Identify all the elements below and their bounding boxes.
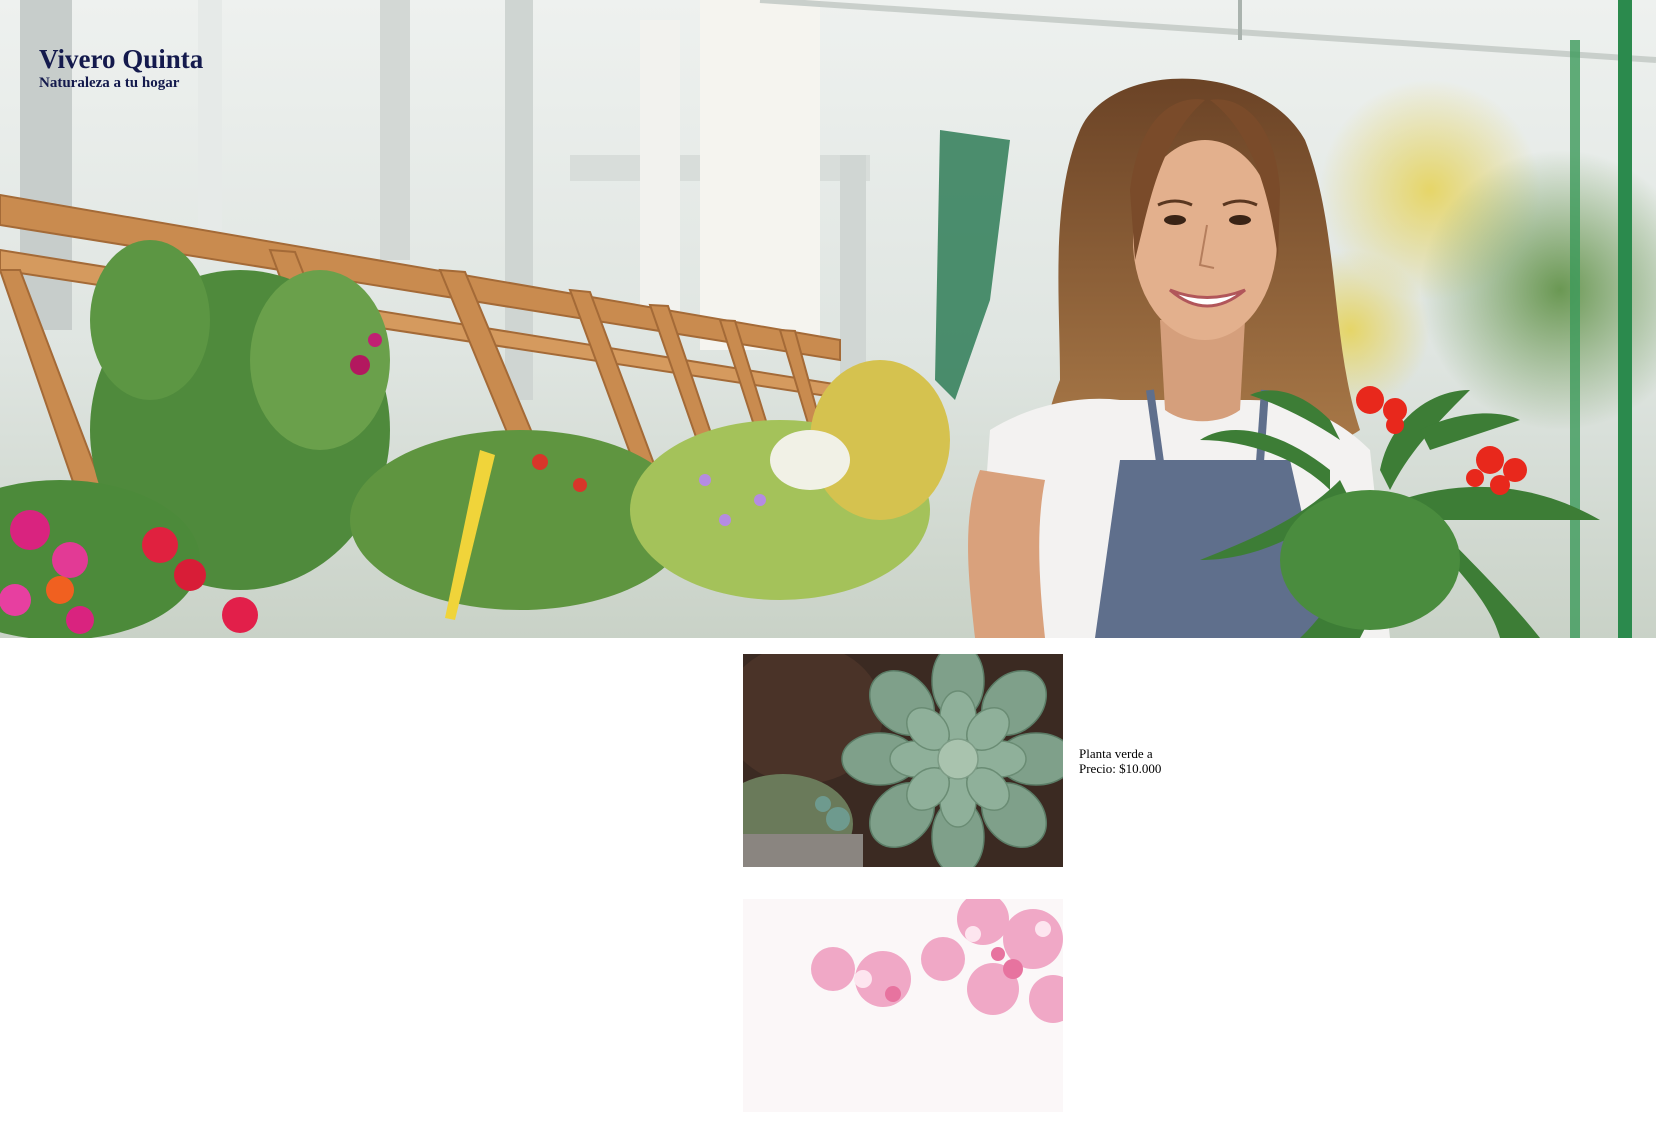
product-info: Planta verde a Precio: $10.000 — [1079, 746, 1161, 776]
pink-blossom-photo[interactable] — [743, 899, 1063, 1112]
site-tagline: Naturaleza a tu hogar — [39, 75, 180, 91]
product-list: Planta verde a Precio: $10.000 — [743, 654, 1161, 1144]
site-title[interactable]: Vivero Quinta — [39, 44, 203, 74]
brand-block: Vivero Quinta Naturaleza a tu hogar — [39, 44, 203, 92]
product-card[interactable] — [743, 899, 1161, 1112]
product-name[interactable]: Planta verde a — [1079, 746, 1161, 761]
hero-banner: Vivero Quinta Naturaleza a tu hogar — [0, 0, 1656, 638]
succulent-photo[interactable] — [743, 654, 1063, 867]
hero-nursery-photo — [0, 0, 1656, 638]
product-card[interactable]: Planta verde a Precio: $10.000 — [743, 654, 1161, 867]
product-price: Precio: $10.000 — [1079, 760, 1162, 776]
